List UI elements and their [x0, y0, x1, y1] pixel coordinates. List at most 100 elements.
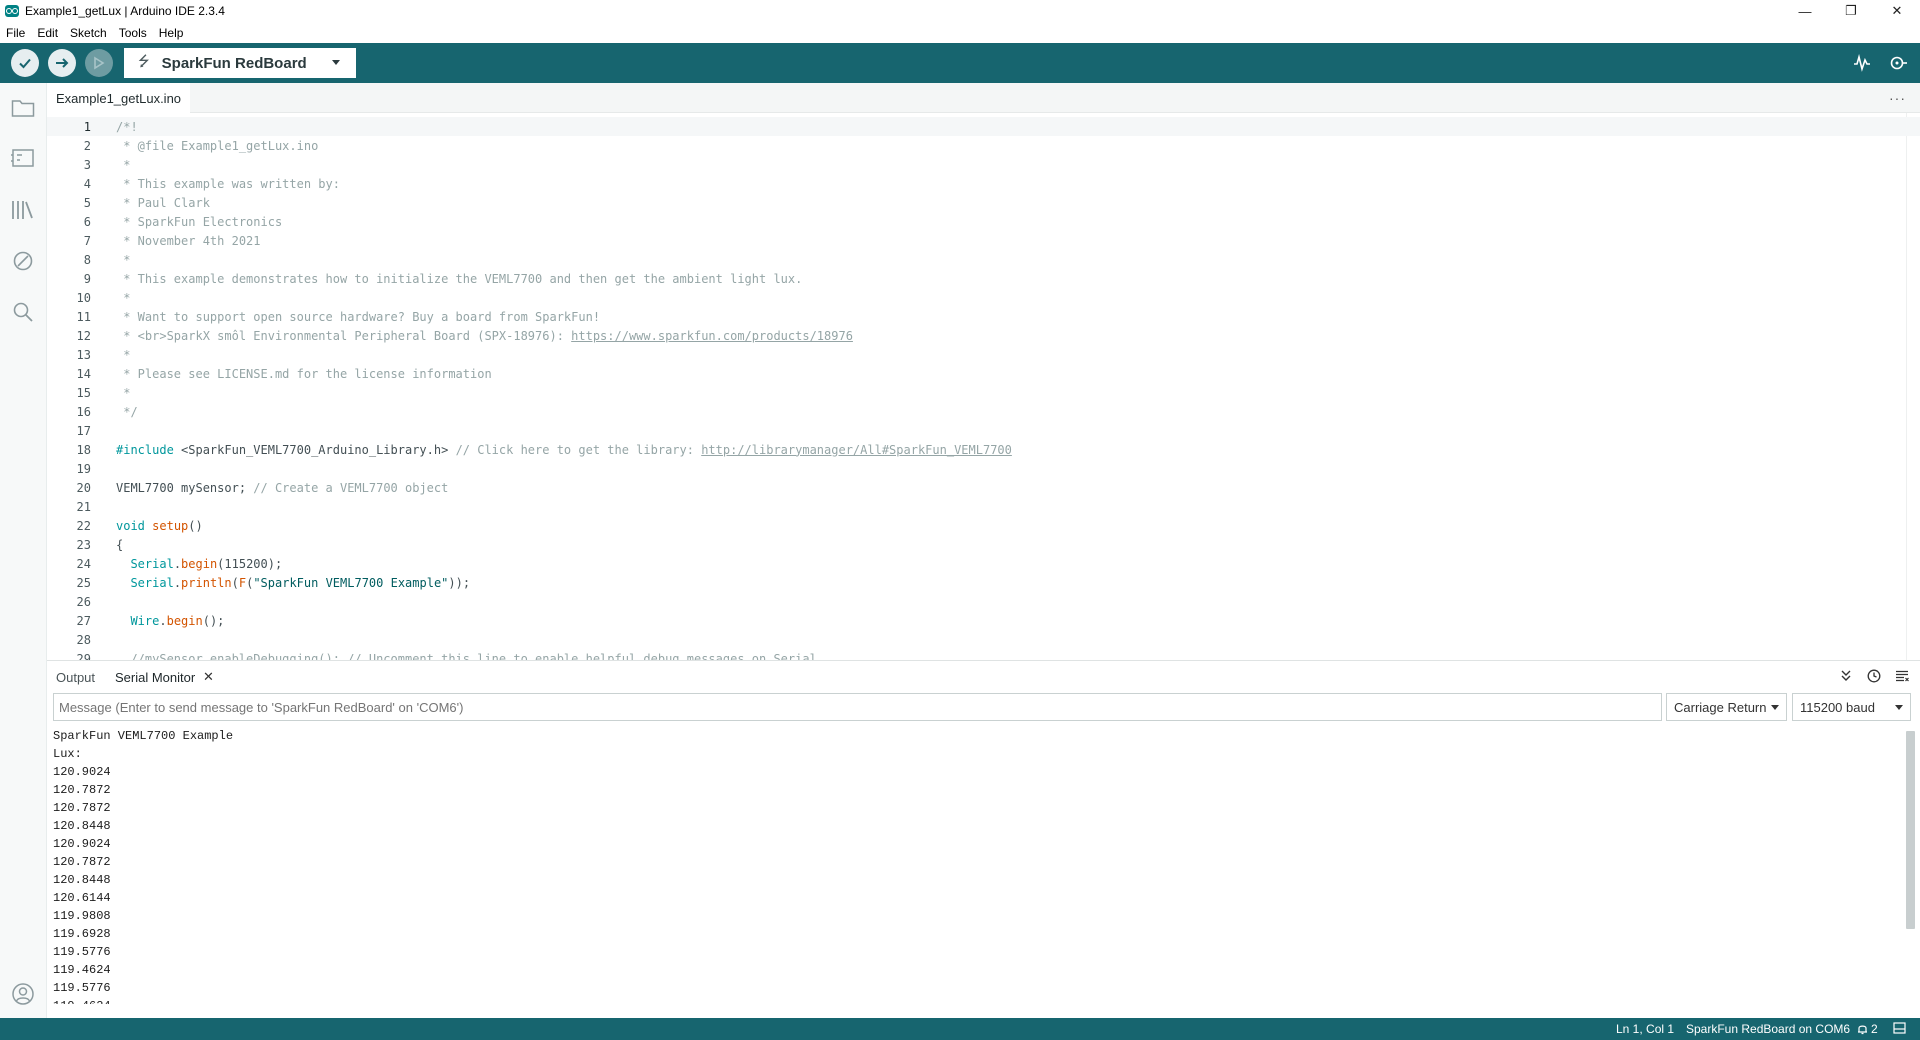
- library-manager-button[interactable]: [11, 198, 35, 222]
- code-line[interactable]: 6 * SparkFun Electronics: [47, 212, 1920, 231]
- close-serial-monitor-icon[interactable]: ✕: [203, 669, 214, 685]
- chevron-down-icon: [332, 60, 340, 65]
- menu-bar: File Edit Sketch Tools Help: [0, 22, 1920, 43]
- code-line[interactable]: 19: [47, 459, 1920, 478]
- code-line[interactable]: 21: [47, 497, 1920, 516]
- code-line[interactable]: 4 * This example was written by:: [47, 174, 1920, 193]
- account-button[interactable]: [11, 982, 35, 1006]
- serial-line: 119.6928: [53, 927, 111, 941]
- code-token: // Create a VEML7700 object: [253, 480, 449, 495]
- cursor-position[interactable]: Ln 1, Col 1: [1616, 1022, 1674, 1036]
- code-token: * SparkFun Electronics: [116, 214, 283, 229]
- clear-output-button[interactable]: [1894, 667, 1910, 685]
- serial-line: 120.7872: [53, 783, 111, 797]
- debug-button[interactable]: [85, 49, 113, 77]
- library-icon: [12, 201, 33, 219]
- code-line[interactable]: 18 #include <SparkFun_VEML7700_Arduino_Li…: [47, 440, 1920, 459]
- window-title: Example1_getLux | Arduino IDE 2.3.4: [25, 4, 225, 18]
- maximize-button[interactable]: ❐: [1828, 0, 1874, 22]
- code-line[interactable]: 9 * This example demonstrates how to ini…: [47, 269, 1920, 288]
- code-line[interactable]: 5 * Paul Clark: [47, 193, 1920, 212]
- toggle-timestamp-button[interactable]: [1866, 667, 1882, 685]
- serial-line: 119.4624: [53, 963, 111, 977]
- upload-button[interactable]: [48, 49, 76, 77]
- notifications-button[interactable]: 2: [1857, 1022, 1878, 1036]
- boards-manager-button[interactable]: [11, 146, 35, 170]
- code-line[interactable]: 23 {: [47, 535, 1920, 554]
- code-line[interactable]: 2 * @file Example1_getLux.ino: [47, 136, 1920, 155]
- code-editor[interactable]: 1/*! 2 * @file Example1_getLux.ino 3 * 4 * …: [47, 113, 1920, 660]
- tab-example1-getlux[interactable]: Example1_getLux.ino: [47, 83, 191, 113]
- code-token: */: [116, 404, 138, 419]
- toggle-panel-button[interactable]: [1893, 1022, 1906, 1037]
- code-line[interactable]: 28: [47, 630, 1920, 649]
- menu-help[interactable]: Help: [153, 26, 190, 40]
- code-line[interactable]: 15 *: [47, 383, 1920, 402]
- code-line[interactable]: 7 * November 4th 2021: [47, 231, 1920, 250]
- debug-panel-button[interactable]: [11, 249, 35, 273]
- code-token: ));: [448, 575, 471, 590]
- serial-scrollbar-thumb[interactable]: [1906, 731, 1915, 929]
- toggle-autoscroll-button[interactable]: [1838, 667, 1854, 685]
- code-token: * <br>SparkX smôl Environmental Peripher…: [116, 328, 572, 343]
- code-line[interactable]: 16 */: [47, 402, 1920, 421]
- code-line[interactable]: 29 //mySensor.enableDebugging(); // Unco…: [47, 649, 1920, 661]
- code-line[interactable]: 11 * Want to support open source hardwar…: [47, 307, 1920, 326]
- search-button[interactable]: [11, 300, 35, 324]
- menu-edit[interactable]: Edit: [31, 26, 64, 40]
- serial-plotter-button[interactable]: [1852, 53, 1872, 73]
- account-icon: [12, 983, 34, 1005]
- toolbar: ⭍ SparkFun RedBoard: [0, 43, 1920, 83]
- code-token: (115200);: [217, 556, 283, 571]
- menu-tools[interactable]: Tools: [113, 26, 153, 40]
- code-line[interactable]: 12 * <br>SparkX smôl Environmental Perip…: [47, 326, 1920, 345]
- code-line[interactable]: 17: [47, 421, 1920, 440]
- menu-file[interactable]: File: [0, 26, 31, 40]
- notification-count: 2: [1871, 1022, 1878, 1036]
- code-line[interactable]: 20 VEML7700 mySensor; // Create a VEML770…: [47, 478, 1920, 497]
- minimize-button[interactable]: —: [1782, 0, 1828, 22]
- board-selector[interactable]: ⭍ SparkFun RedBoard: [124, 48, 356, 78]
- code-token: .: [173, 556, 182, 571]
- code-text: * <br>SparkX smôl Environmental Peripher…: [116, 329, 853, 343]
- code-line[interactable]: 1 /*!: [47, 117, 1920, 136]
- code-line[interactable]: 26: [47, 592, 1920, 611]
- code-line[interactable]: 8 *: [47, 250, 1920, 269]
- code-text: * This example was written by:: [116, 177, 340, 191]
- menu-sketch[interactable]: Sketch: [64, 26, 113, 40]
- panel-tools: [1838, 667, 1910, 685]
- code-line[interactable]: 3 *: [47, 155, 1920, 174]
- code-line[interactable]: 25 Serial.println(F("SparkFun VEML7700 E…: [47, 573, 1920, 592]
- line-ending-select[interactable]: Carriage Return: [1666, 693, 1787, 721]
- serial-line: 120.6144: [53, 891, 111, 905]
- code-line[interactable]: 24 Serial.begin(115200);: [47, 554, 1920, 573]
- verify-button[interactable]: [11, 49, 39, 77]
- debug-icon: [94, 56, 105, 70]
- tab-serial-monitor[interactable]: Serial Monitor: [115, 670, 195, 685]
- line-number: 12: [76, 328, 91, 343]
- serial-monitor-button[interactable]: [1888, 53, 1908, 73]
- serial-plotter-icon: [1854, 54, 1870, 72]
- more-options-icon[interactable]: ···: [1889, 90, 1906, 106]
- code-link[interactable]: https://www.sparkfun.com/products/18976: [571, 329, 853, 343]
- code-line[interactable]: 10 *: [47, 288, 1920, 307]
- sketchbook-button[interactable]: [11, 96, 35, 120]
- serial-line: 120.7872: [53, 855, 111, 869]
- line-number: 4: [83, 176, 91, 191]
- line-number: 13: [76, 347, 91, 362]
- code-line[interactable]: 14 * Please see LICENSE.md for the licen…: [47, 364, 1920, 383]
- code-line[interactable]: 27 Wire.begin();: [47, 611, 1920, 630]
- serial-line: 120.8448: [53, 873, 111, 887]
- serial-message-input[interactable]: [53, 693, 1662, 721]
- tab-output[interactable]: Output: [56, 670, 95, 685]
- search-icon: [13, 302, 33, 322]
- line-number: 18: [76, 442, 91, 457]
- editor-tab-bar: Example1_getLux.ino ···: [47, 83, 1920, 113]
- close-window-button[interactable]: ✕: [1874, 0, 1920, 22]
- code-text: *: [116, 348, 130, 362]
- board-port-status[interactable]: SparkFun RedBoard on COM6: [1686, 1022, 1850, 1036]
- code-link[interactable]: http://librarymanager/All#SparkFun_VEML7…: [701, 443, 1012, 457]
- baud-rate-select[interactable]: 115200 baud: [1792, 693, 1911, 721]
- code-line[interactable]: 13 *: [47, 345, 1920, 364]
- code-line[interactable]: 22 void setup(): [47, 516, 1920, 535]
